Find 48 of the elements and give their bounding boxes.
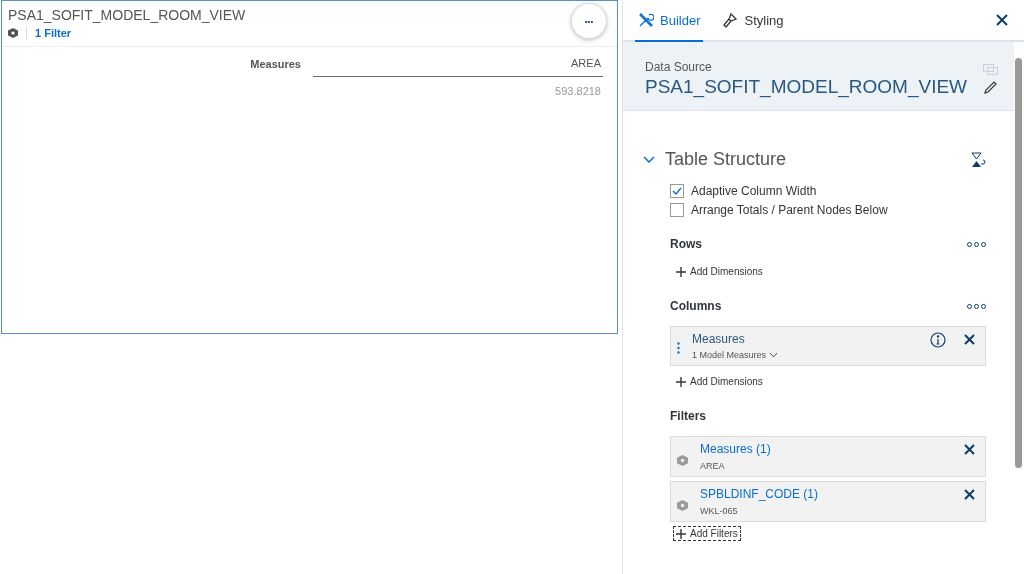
tools-icon: [638, 12, 654, 28]
caret-icon: [768, 352, 778, 358]
swap-icon[interactable]: [970, 151, 986, 168]
add-filters-button[interactable]: Add Filters: [673, 526, 741, 541]
data-source-label: Data Source: [645, 60, 713, 74]
group-title: Filters: [670, 409, 706, 423]
remove-icon[interactable]: [964, 489, 975, 500]
row-header: Measures: [249, 58, 302, 70]
table-cell-text: 593.8218: [554, 84, 602, 99]
section-title: Table Structure: [665, 149, 787, 170]
filter-name[interactable]: SPBLDINF_CODE (1): [700, 487, 952, 501]
filter-name[interactable]: Measures (1): [700, 442, 952, 456]
chevron-icon[interactable]: [643, 155, 655, 164]
model-icon: [677, 455, 688, 466]
filter-value: AREA: [700, 461, 726, 471]
more-button[interactable]: •••: [571, 3, 607, 39]
checkbox-label: Arrange Totals / Parent Nodes Below: [691, 203, 888, 217]
group-title: Rows: [670, 237, 702, 251]
remove-icon[interactable]: [964, 444, 975, 455]
widget-title: PSA1_SOFIT_MODEL_ROOM_VIEW: [8, 7, 246, 23]
filter-link[interactable]: 1 Filter: [35, 27, 72, 39]
checkbox-label: Adaptive Column Width: [691, 184, 817, 198]
plus-icon: [676, 528, 686, 539]
remove-icon[interactable]: [964, 334, 975, 345]
add-dimensions-button[interactable]: Add Dimensions: [673, 374, 766, 389]
table-widget[interactable]: PSA1_SOFIT_MODEL_ROOM_VIEW 1 Filter ••• Measures AREA 593.8218: [1, 0, 618, 334]
close-icon[interactable]: [996, 14, 1008, 26]
checkbox[interactable]: [670, 184, 684, 198]
filter-card[interactable]: Measures (1) AREA: [670, 436, 986, 477]
add-dimensions-button[interactable]: Add Dimensions: [673, 264, 766, 279]
data-source-name: PSA1_SOFIT_MODEL_ROOM_VIEW: [645, 76, 968, 98]
brush-icon: [722, 12, 739, 28]
column-header: AREA: [313, 51, 603, 77]
filter-card[interactable]: SPBLDINF_CODE (1) WKL-065: [670, 481, 986, 522]
pencil-icon[interactable]: [984, 81, 997, 94]
model-icon: [8, 28, 18, 38]
drag-handle-icon[interactable]: [677, 342, 680, 354]
column-card[interactable]: Measures 1 Model Measures: [670, 326, 986, 366]
group-title: Columns: [670, 299, 722, 313]
model-icon: [677, 500, 688, 511]
info-icon[interactable]: [930, 332, 946, 348]
card-title: Measures: [692, 332, 746, 346]
card-detail[interactable]: 1 Model Measures: [692, 350, 918, 360]
plus-icon: [676, 376, 686, 387]
panel-tab[interactable]: Styling: [719, 0, 787, 42]
checkbox[interactable]: [670, 203, 684, 217]
filter-value: WKL-065: [700, 506, 739, 516]
plus-icon: [676, 266, 686, 277]
